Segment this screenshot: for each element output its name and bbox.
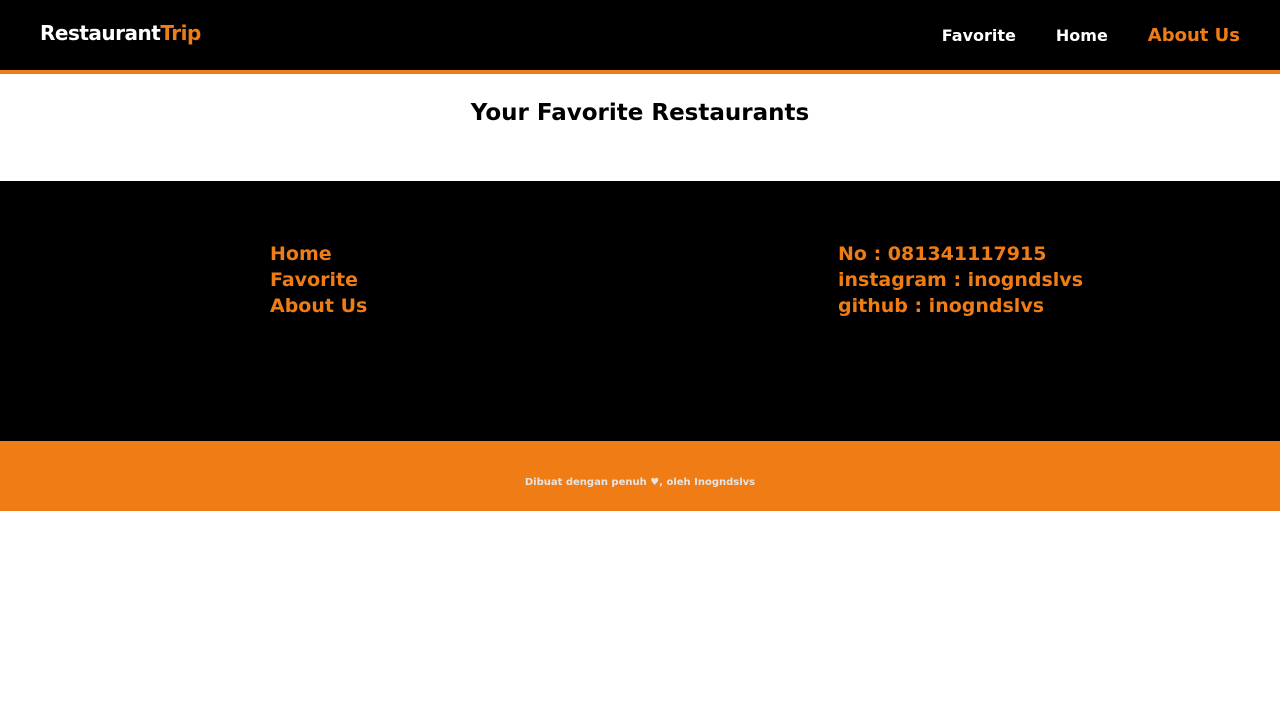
- footer-link-favorite[interactable]: Favorite: [270, 267, 367, 293]
- contact-github: github : inogndslvs: [838, 295, 1045, 317]
- brand-name-part2: Trip: [160, 21, 201, 45]
- navbar: RestaurantTrip Favorite Home About Us: [0, 0, 1280, 74]
- nav-menu: Favorite Home About Us: [902, 0, 1240, 70]
- main-content: Your Favorite Restaurants: [0, 74, 1280, 181]
- brand-name-part1: Restaurant: [40, 21, 161, 45]
- footer-credit-bar: Dibuat dengan penuh ♥, oleh Inogndslvs: [0, 441, 1280, 511]
- nav-link-home[interactable]: Home: [1056, 26, 1108, 45]
- footer: Home Favorite About Us No : 081341117915…: [0, 181, 1280, 441]
- contact-instagram: instagram : inogndslvs: [838, 269, 1084, 291]
- page-title: Your Favorite Restaurants: [470, 100, 810, 126]
- footer-link-about-us[interactable]: About Us: [270, 293, 367, 319]
- footer-credit: Dibuat dengan penuh ♥, oleh Inogndslvs: [524, 477, 756, 488]
- nav-link-favorite[interactable]: Favorite: [942, 26, 1016, 45]
- brand-logo[interactable]: RestaurantTrip: [40, 20, 201, 46]
- footer-contacts: No : 081341117915 instagram : inogndslvs…: [838, 241, 1083, 319]
- footer-link-home[interactable]: Home: [270, 241, 367, 267]
- nav-link-about-us[interactable]: About Us: [1148, 25, 1240, 46]
- footer-links: Home Favorite About Us: [270, 241, 367, 319]
- contact-phone: No : 081341117915: [838, 243, 1047, 265]
